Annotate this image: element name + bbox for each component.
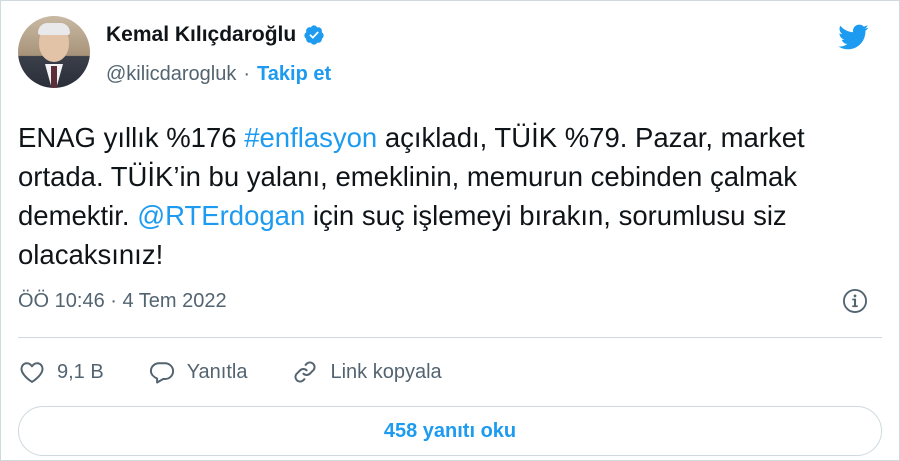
copy-link-label: Link kopyala [330,360,442,383]
author-display-name[interactable]: Kemal Kılıçdaroğlu [106,23,296,47]
author-handle[interactable]: @kilicdarogluk [106,63,236,86]
tweet-actions: 9,1 B Yanıtla Link kopyala [18,358,486,386]
twitter-bird-icon[interactable] [834,21,872,53]
tweet-card: Kemal Kılıçdaroğlu @kilicdarogluk · Taki… [0,0,900,461]
mention-link[interactable]: @RTErdogan [137,200,305,231]
tweet-text: ENAG yıllık %176 #enflasyon açıkladı, TÜ… [18,118,878,274]
info-icon[interactable] [841,287,869,315]
tweet-text-part: ENAG yıllık %176 [18,122,245,153]
divider [18,337,882,338]
avatar[interactable] [18,16,90,88]
tweet-timestamp[interactable]: ÖÖ 10:46 · 4 Tem 2022 [18,290,227,313]
reply-icon [149,362,174,384]
follow-button[interactable]: Takip et [257,63,331,86]
author-name-row: Kemal Kılıçdaroğlu [106,23,325,47]
reply-label: Yanıtla [186,360,248,383]
like-button[interactable]: 9,1 B [18,358,104,386]
heart-icon [20,362,44,383]
like-count: 9,1 B [57,360,104,383]
verified-badge-icon [304,25,324,45]
handle-separator: · [243,63,251,85]
author-handle-row: @kilicdarogluk · Takip et [106,63,331,86]
read-replies-button[interactable]: 458 yanıtı oku [18,406,882,456]
copy-link-button[interactable]: Link kopyala [291,358,442,386]
hashtag-link[interactable]: #enflasyon [244,122,377,153]
link-icon [294,361,317,383]
reply-button[interactable]: Yanıtla [148,358,248,386]
